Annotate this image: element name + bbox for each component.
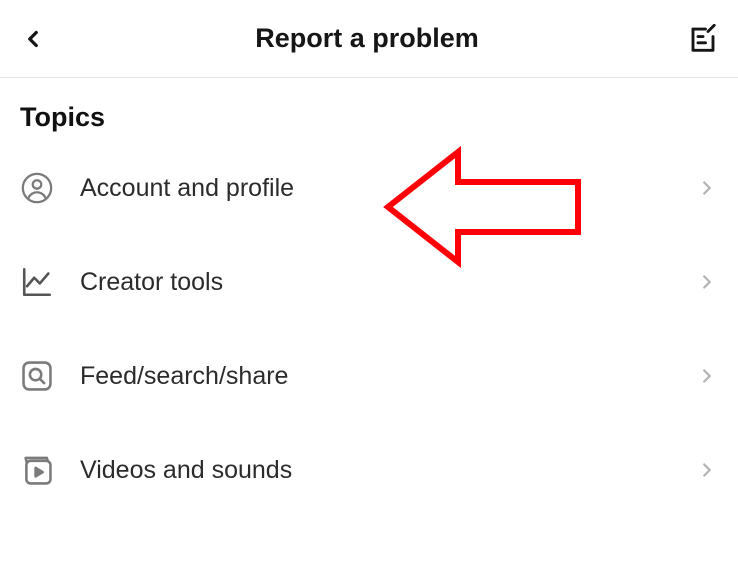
chevron-right-icon xyxy=(696,177,718,199)
report-button[interactable] xyxy=(688,24,718,54)
user-circle-icon xyxy=(20,171,54,205)
topic-item-creator-tools[interactable]: Creator tools xyxy=(20,235,718,329)
topic-label: Creator tools xyxy=(80,268,696,297)
page-title: Report a problem xyxy=(46,23,688,54)
back-button[interactable] xyxy=(20,26,46,52)
chevron-right-icon xyxy=(696,459,718,481)
video-play-icon xyxy=(20,453,54,487)
topic-item-account-profile[interactable]: Account and profile xyxy=(20,141,718,235)
topic-label: Account and profile xyxy=(80,174,696,203)
search-square-icon xyxy=(20,359,54,393)
topic-list: Account and profile Creator tools xyxy=(0,141,738,517)
note-edit-icon xyxy=(688,24,718,54)
section-title: Topics xyxy=(0,78,738,141)
topic-label: Feed/search/share xyxy=(80,362,696,391)
chevron-right-icon xyxy=(696,271,718,293)
topic-item-feed-search-share[interactable]: Feed/search/share xyxy=(20,329,718,423)
topic-item-videos-sounds[interactable]: Videos and sounds xyxy=(20,423,718,517)
header: Report a problem xyxy=(0,0,738,78)
chevron-right-icon xyxy=(696,365,718,387)
topic-label: Videos and sounds xyxy=(80,456,696,485)
back-icon xyxy=(20,26,46,52)
chart-line-icon xyxy=(20,265,54,299)
